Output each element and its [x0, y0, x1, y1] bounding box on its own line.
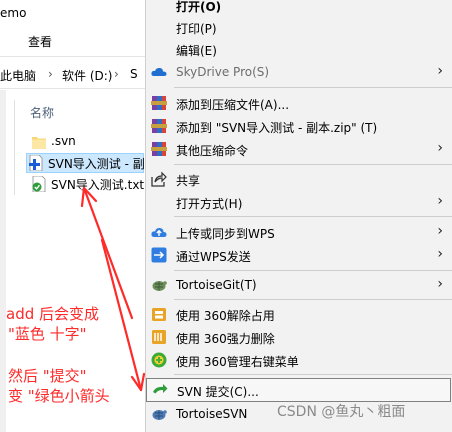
menu-item-print[interactable]: 打印(P)	[146, 16, 452, 38]
menu-item-share[interactable]: 共享	[146, 168, 452, 190]
skydrive-cloud-icon	[151, 67, 167, 76]
annotation-text-commit: 然后 "提交"	[8, 367, 87, 385]
winrar-archive-icon	[151, 119, 167, 133]
menu-item-tortoisegit[interactable]: TortoiseGit(T) ›	[146, 274, 452, 296]
menu-item-360-menu-manager[interactable]: 使用 360管理右键菜单	[146, 349, 452, 371]
menu-item-label: 共享	[176, 174, 201, 188]
winrar-archive-icon	[151, 96, 167, 110]
menu-item-label: 使用 360解除占用	[176, 309, 275, 323]
menu-item-svn-commit[interactable]: SVN 提交(C)...	[146, 378, 451, 402]
annotation-arrow-to-commit	[100, 238, 143, 392]
annotation-text-add: add 后会变成	[6, 305, 100, 323]
menu-item-label: 使用 360管理右键菜单	[176, 355, 299, 369]
wps-send-icon	[151, 247, 167, 263]
menu-separator	[174, 164, 452, 165]
submenu-chevron-icon: ›	[437, 193, 443, 209]
submenu-chevron-icon: ›	[437, 140, 443, 156]
360-unlock-icon	[152, 308, 166, 321]
menu-item-label: 上传或同步到WPS	[176, 227, 275, 241]
menu-item-wps-upload[interactable]: 上传或同步到WPS ›	[146, 221, 452, 243]
menu-item-label: 打开(O)	[176, 0, 222, 14]
menu-item-label: 其他压缩命令	[176, 144, 249, 158]
menu-item-label: TortoiseSVN	[176, 407, 248, 421]
menu-item-wps-send[interactable]: 通过WPS发送 ›	[146, 244, 452, 266]
360-shred-icon	[152, 330, 166, 344]
menu-item-add-to-zip[interactable]: 添加到 "SVN导入测试 - 副本.zip" (T)	[146, 115, 452, 137]
menu-item-edit[interactable]: 编辑(E)	[146, 38, 452, 60]
annotation-text-blue-cross: "蓝色 十字"	[8, 325, 87, 343]
menu-separator	[174, 270, 452, 271]
menu-item-label: 添加到 "SVN导入测试 - 副本.zip" (T)	[176, 121, 378, 135]
submenu-chevron-icon: ›	[437, 276, 443, 292]
menu-item-360-unlock[interactable]: 使用 360解除占用	[146, 303, 452, 325]
menu-item-skydrive-pro[interactable]: SkyDrive Pro(S) ›	[146, 61, 452, 83]
menu-separator	[174, 216, 452, 217]
wps-cloud-upload-icon	[151, 227, 167, 237]
menu-separator	[174, 374, 452, 375]
menu-item-label: 添加到压缩文件(A)...	[176, 98, 290, 112]
submenu-chevron-icon: ›	[437, 63, 443, 79]
menu-item-360-shred[interactable]: 使用 360强力删除	[146, 326, 452, 348]
annotation-text-green-arrow: 变 "绿色小箭头	[8, 387, 110, 405]
menu-item-label: 打开方式(H)	[176, 197, 243, 211]
menu-item-label: TortoiseGit(T)	[176, 278, 257, 292]
menu-item-label: 使用 360强力删除	[176, 332, 275, 346]
menu-item-label: 通过WPS发送	[176, 250, 251, 264]
csdn-watermark: CSDN @鱼丸丶粗面	[277, 404, 406, 420]
menu-item-label: SVN 提交(C)...	[177, 385, 259, 399]
menu-item-other-compress[interactable]: 其他压缩命令 ›	[146, 138, 452, 160]
winrar-archive-icon	[151, 142, 167, 156]
share-icon	[151, 171, 167, 187]
tortoisegit-icon	[152, 281, 167, 291]
menu-separator	[174, 87, 452, 88]
context-menu: 打开(O) 打印(P) 编辑(E) SkyDrive Pro(S) › 添加到压…	[145, 0, 452, 432]
menu-item-open-with[interactable]: 打开方式(H) ›	[146, 191, 452, 213]
menu-separator	[174, 299, 452, 300]
360-menu-manager-icon	[151, 352, 167, 368]
submenu-chevron-icon: ›	[437, 223, 443, 239]
svn-commit-icon	[153, 384, 168, 394]
menu-item-open[interactable]: 打开(O)	[146, 0, 452, 16]
menu-item-label: 打印(P)	[176, 22, 217, 36]
annotation-arrow-to-selected-file	[82, 186, 134, 320]
menu-item-label: SkyDrive Pro(S)	[176, 65, 270, 79]
menu-item-label: 编辑(E)	[176, 44, 217, 58]
submenu-chevron-icon: ›	[437, 246, 443, 262]
menu-item-add-to-archive[interactable]: 添加到压缩文件(A)...	[146, 92, 452, 114]
tortoisesvn-icon	[152, 410, 167, 420]
